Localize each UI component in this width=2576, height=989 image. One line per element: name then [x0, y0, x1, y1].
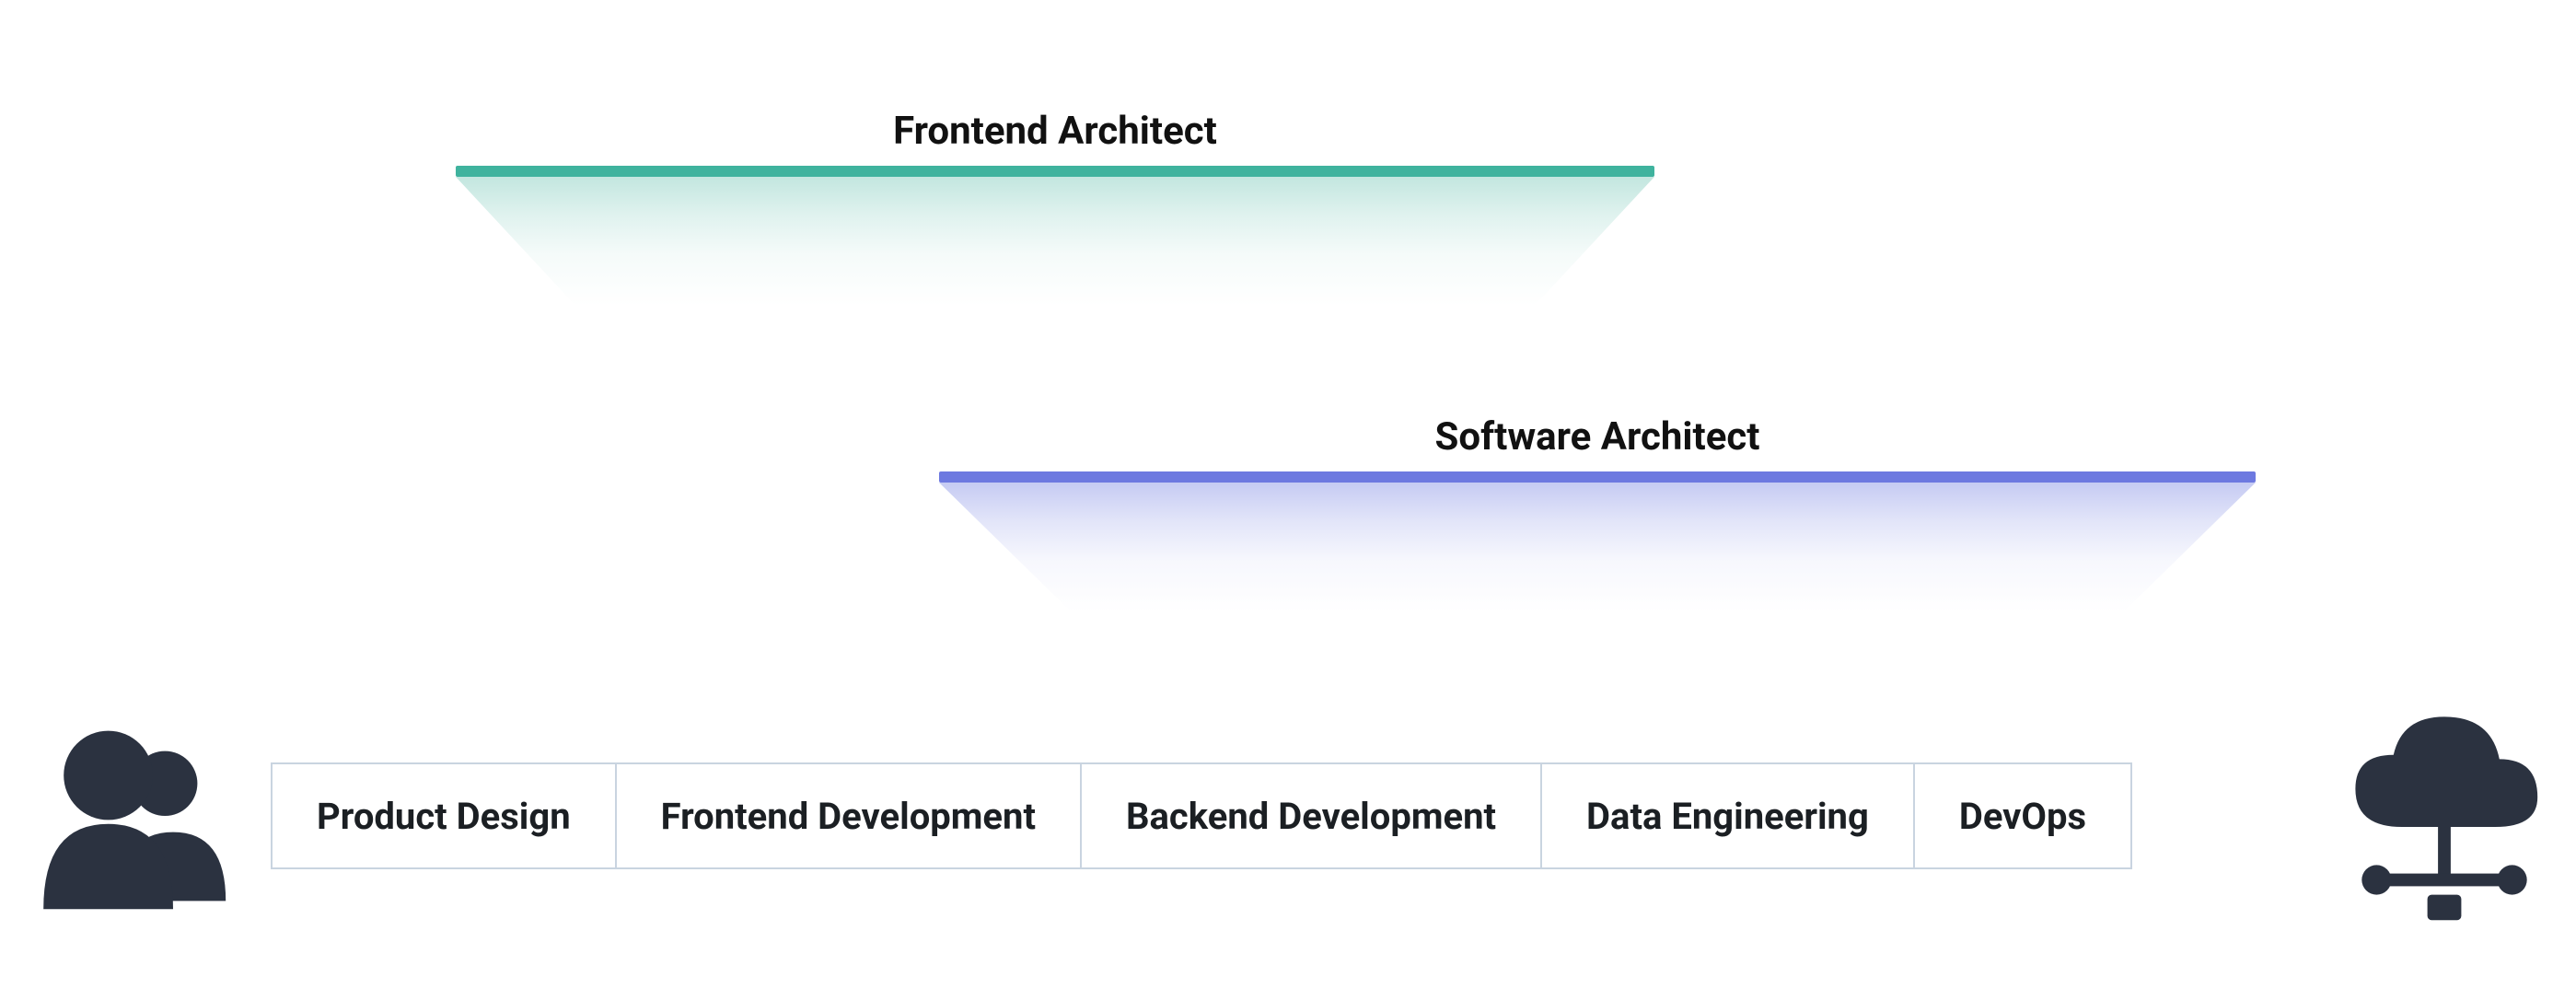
discipline-row: Product Design Frontend Development Back… — [271, 762, 2132, 869]
software-architect-bar — [939, 471, 2256, 483]
discipline-cell-devops: DevOps — [1915, 762, 2132, 869]
software-architect-label: Software Architect — [939, 414, 2256, 460]
software-architect-glow — [939, 483, 2256, 611]
discipline-cell-frontend-development: Frontend Development — [617, 762, 1082, 869]
frontend-architect-label: Frontend Architect — [456, 109, 1654, 154]
cloud-server-icon — [2338, 700, 2550, 933]
discipline-label: Backend Development — [1126, 795, 1496, 838]
discipline-cell-data-engineering: Data Engineering — [1542, 762, 1915, 869]
discipline-label: Product Design — [317, 795, 571, 838]
discipline-label: DevOps — [1959, 795, 2086, 838]
discipline-label: Frontend Development — [661, 795, 1036, 838]
diagram-stage: Frontend Architect Software Architect — [0, 0, 2576, 989]
frontend-architect-bar — [456, 166, 1654, 177]
discipline-cell-backend-development: Backend Development — [1082, 762, 1542, 869]
discipline-cell-product-design: Product Design — [271, 762, 617, 869]
users-icon — [31, 715, 234, 917]
frontend-architect-glow — [456, 177, 1654, 306]
discipline-label: Data Engineering — [1586, 795, 1869, 838]
